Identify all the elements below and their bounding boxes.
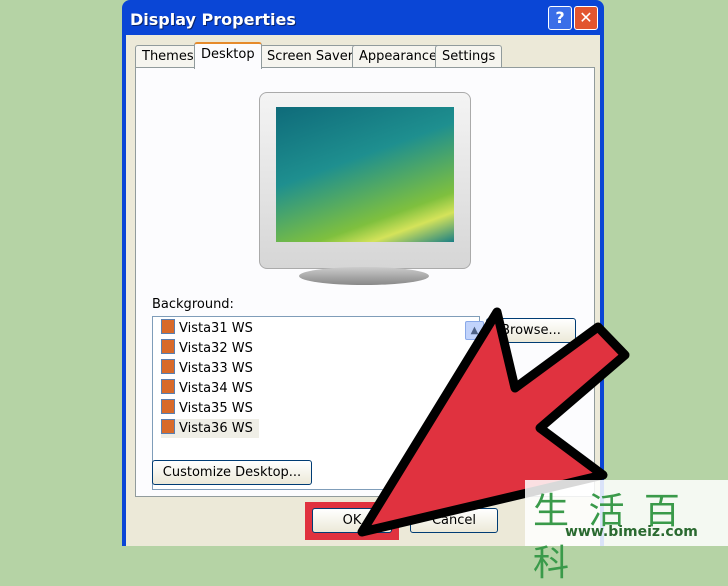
tab-desktop[interactable]: Desktop — [194, 42, 262, 69]
annotation-arrow — [357, 307, 630, 537]
watermark: 生 活 百 科 www.bimeiz.com — [525, 480, 728, 584]
